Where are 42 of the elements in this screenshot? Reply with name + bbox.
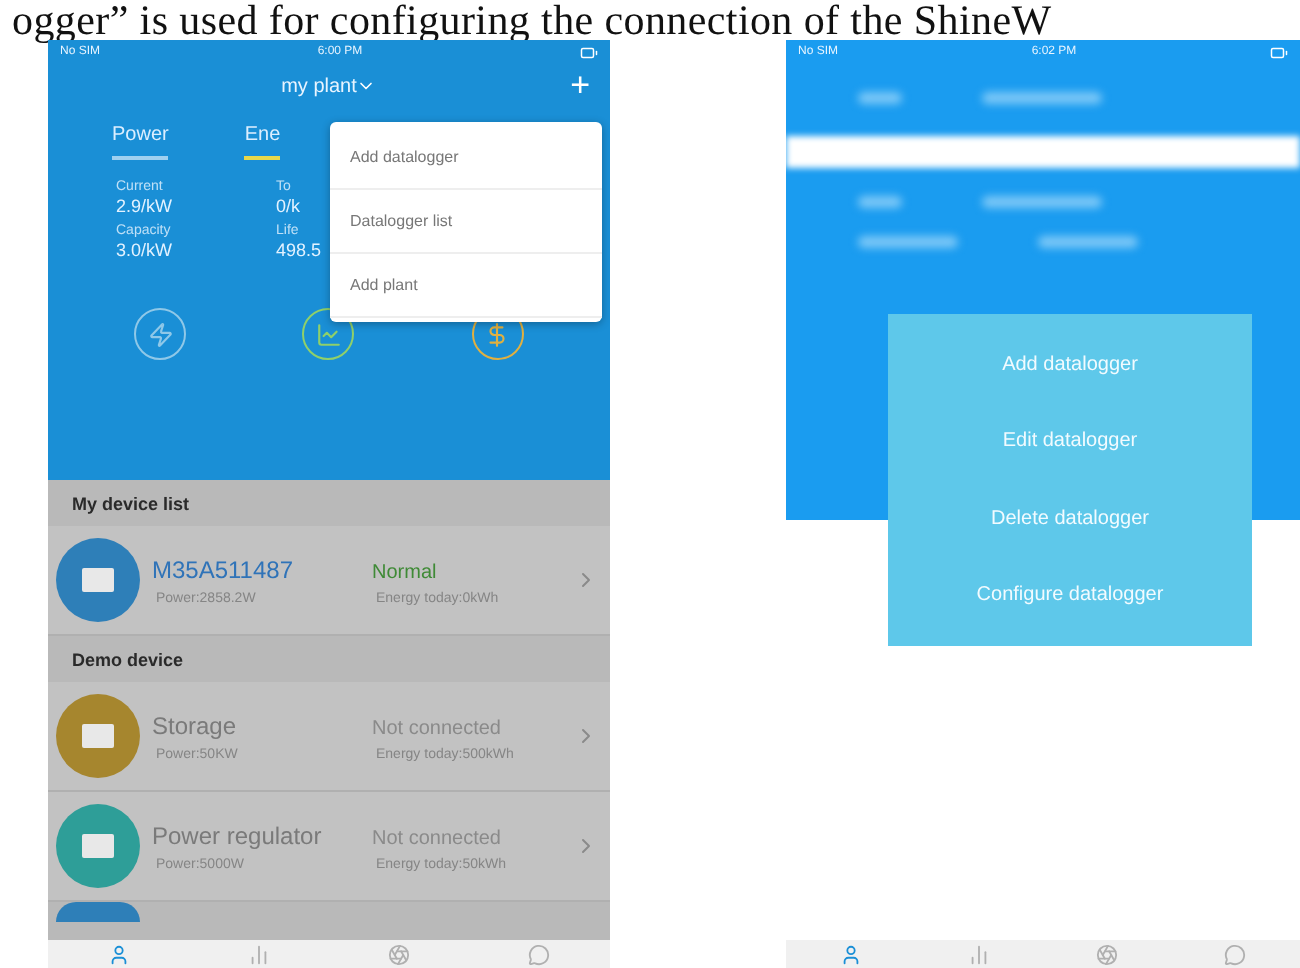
blurred-text <box>1038 236 1138 248</box>
sheet-option[interactable]: Configure datalogger <box>968 576 1172 615</box>
menu-item[interactable]: Add plant <box>330 254 602 318</box>
device-status: Not connected <box>372 827 503 849</box>
stat-value: 498.5 <box>276 240 324 260</box>
tab[interactable]: Ene <box>244 124 281 160</box>
device-status: Not connected <box>372 717 503 739</box>
chart-icon[interactable] <box>967 943 990 965</box>
stat-value: 2.9/kW <box>116 196 175 216</box>
tab[interactable]: Power <box>112 124 169 160</box>
add-button[interactable]: + <box>570 68 590 104</box>
device-status: Normal <box>372 561 439 583</box>
blurred-text <box>858 92 902 104</box>
menu-item[interactable]: Add datalogger <box>330 126 602 190</box>
menu-item[interactable]: Datalogger list <box>330 190 602 254</box>
stat-value: 3.0/kW <box>116 240 175 260</box>
section-title: My device list <box>70 492 192 518</box>
device-name: M35A511487 <box>152 555 295 583</box>
sheet-option[interactable]: Edit datalogger <box>994 422 1146 461</box>
stat-value: 0/k <box>276 196 303 216</box>
device-name: Storage <box>152 711 239 739</box>
blurred-text <box>858 236 958 248</box>
sheet-option[interactable]: Delete datalogger <box>983 499 1157 538</box>
blurred-text <box>982 92 1102 104</box>
caption-text: ogger” is used for configuring the connection of the ShineW <box>10 0 1054 40</box>
device-name: Power regulator <box>152 821 324 849</box>
blurred-text <box>858 196 902 208</box>
dial-icon[interactable] <box>1096 943 1119 965</box>
section-title: Demo device <box>70 648 186 674</box>
chat-icon[interactable] <box>528 943 551 965</box>
person-icon[interactable] <box>107 943 130 965</box>
plant-selector[interactable]: my plant <box>281 75 357 97</box>
lightning-icon[interactable] <box>134 308 187 360</box>
chat-icon[interactable] <box>1224 943 1247 965</box>
person-icon[interactable] <box>839 943 862 965</box>
sheet-option[interactable]: Add datalogger <box>994 345 1146 384</box>
chart-icon[interactable] <box>247 943 270 965</box>
battery-icon <box>1270 43 1288 61</box>
battery-icon <box>580 43 598 61</box>
dial-icon[interactable] <box>388 943 411 965</box>
device-icon <box>56 902 140 922</box>
blurred-text <box>982 196 1102 208</box>
